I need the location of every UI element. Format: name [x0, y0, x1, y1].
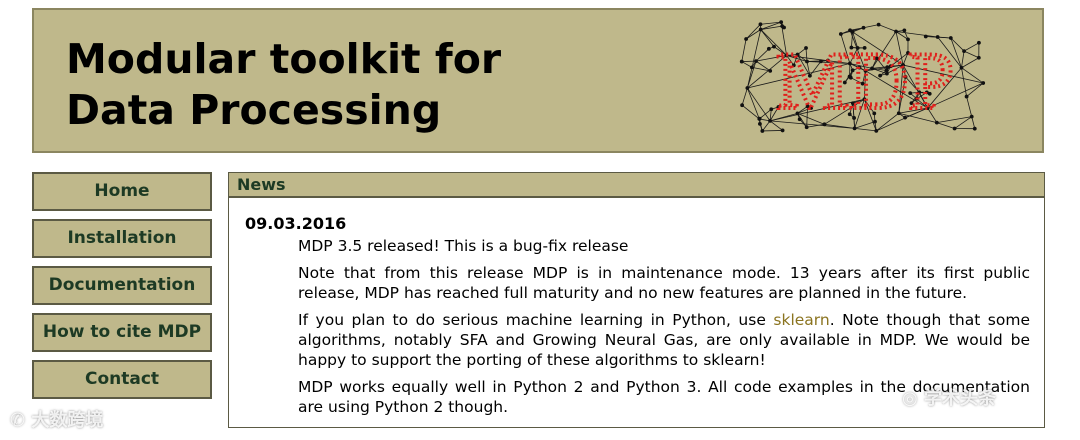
logo-network-node — [758, 121, 762, 126]
logo-network-node — [758, 27, 763, 32]
logo-network-node — [744, 37, 748, 41]
logo-mdp-text: MDP — [776, 35, 954, 126]
site-title: Modular toolkit for Data Processing — [66, 34, 501, 136]
logo-network-node — [757, 117, 762, 121]
logo-network-node — [952, 126, 957, 131]
logo-network-node — [972, 126, 977, 131]
logo-network-node — [981, 81, 986, 85]
logo-network-edge — [741, 87, 748, 106]
nav-how-to-cite[interactable]: How to cite MDP — [32, 313, 212, 352]
logo-network-node — [962, 49, 966, 53]
logo-network-node — [750, 65, 754, 70]
logo-network-edge — [762, 130, 783, 132]
logo-network-node — [964, 94, 969, 99]
logo-network-edge — [747, 87, 771, 122]
logo-network-node — [766, 46, 771, 51]
site-title-line1: Modular toolkit for — [66, 35, 502, 83]
logo-network-edge — [741, 38, 747, 62]
watermark-left-icon: ✆ — [10, 410, 26, 431]
logo-network-node — [739, 59, 744, 64]
logo-network-node — [769, 107, 774, 112]
logo-network-edge — [863, 24, 879, 29]
logo-network-node — [754, 59, 758, 64]
logo-network-node — [768, 68, 773, 73]
logo-network-node — [894, 29, 898, 34]
watermark-left-text: 大数跨境 — [31, 410, 104, 431]
logo-network-node — [876, 22, 881, 27]
logo-network-node — [969, 114, 974, 119]
logo-network-node — [976, 55, 981, 60]
logo-network-node — [959, 65, 964, 70]
logo-network-node — [874, 128, 879, 133]
site-header: Modular toolkit for Data Processing MDP — [32, 8, 1044, 153]
logo-network-node — [861, 25, 866, 30]
logo-network-node — [780, 24, 785, 29]
logo-network-node — [902, 28, 907, 33]
logo-network-edge — [760, 29, 775, 47]
news-paragraph-1: MDP 3.5 released! This is a bug-fix rele… — [298, 237, 629, 255]
logo-network-node — [977, 40, 981, 45]
logo-network-node — [852, 126, 857, 131]
watermark-left: ✆ 大数跨境 — [10, 406, 103, 432]
logo-network-edge — [961, 57, 979, 69]
nav-documentation[interactable]: Documentation — [32, 266, 212, 305]
logo-network-edge — [854, 127, 877, 132]
logo-network-edge — [961, 51, 965, 68]
nav-installation[interactable]: Installation — [32, 219, 212, 258]
logo-network-node — [760, 129, 765, 133]
logo-network-node — [768, 118, 772, 123]
sidebar-nav: Home Installation Documentation How to c… — [32, 172, 212, 407]
news-paragraph-3: If you plan to do serious machine learni… — [298, 310, 1030, 370]
news-heading: News — [229, 173, 1044, 198]
logo-network-edge — [963, 50, 979, 59]
logo-network-node — [758, 22, 763, 27]
watermark-right: ◎ 学术头条 — [902, 384, 996, 410]
nav-home[interactable]: Home — [32, 172, 212, 211]
logo-network-node — [740, 103, 745, 108]
watermark-right-icon: ◎ — [902, 388, 918, 409]
logo-network-node — [848, 28, 852, 33]
sklearn-link[interactable]: sklearn — [773, 311, 829, 329]
news-paragraph-2: Note that from this release MDP is in ma… — [298, 264, 1030, 302]
nav-contact[interactable]: Contact — [32, 360, 212, 399]
logo-network-edge — [878, 24, 897, 32]
site-title-line2: Data Processing — [66, 86, 442, 134]
logo-network-edge — [745, 24, 761, 40]
logo-network-node — [779, 20, 784, 24]
logo-network-edge — [760, 25, 783, 30]
logo-network-edge — [963, 42, 980, 52]
news-p3-text-before: If you plan to do serious machine learni… — [298, 311, 774, 329]
logo-network-edge — [966, 96, 973, 117]
logo-network-node — [745, 86, 750, 90]
logo-network-node — [780, 128, 785, 133]
news-date: 09.03.2016 — [245, 214, 347, 233]
logo-network-edge — [762, 120, 771, 132]
watermark-right-text: 学术头条 — [924, 388, 996, 409]
mdp-logo: MDP — [739, 20, 986, 133]
